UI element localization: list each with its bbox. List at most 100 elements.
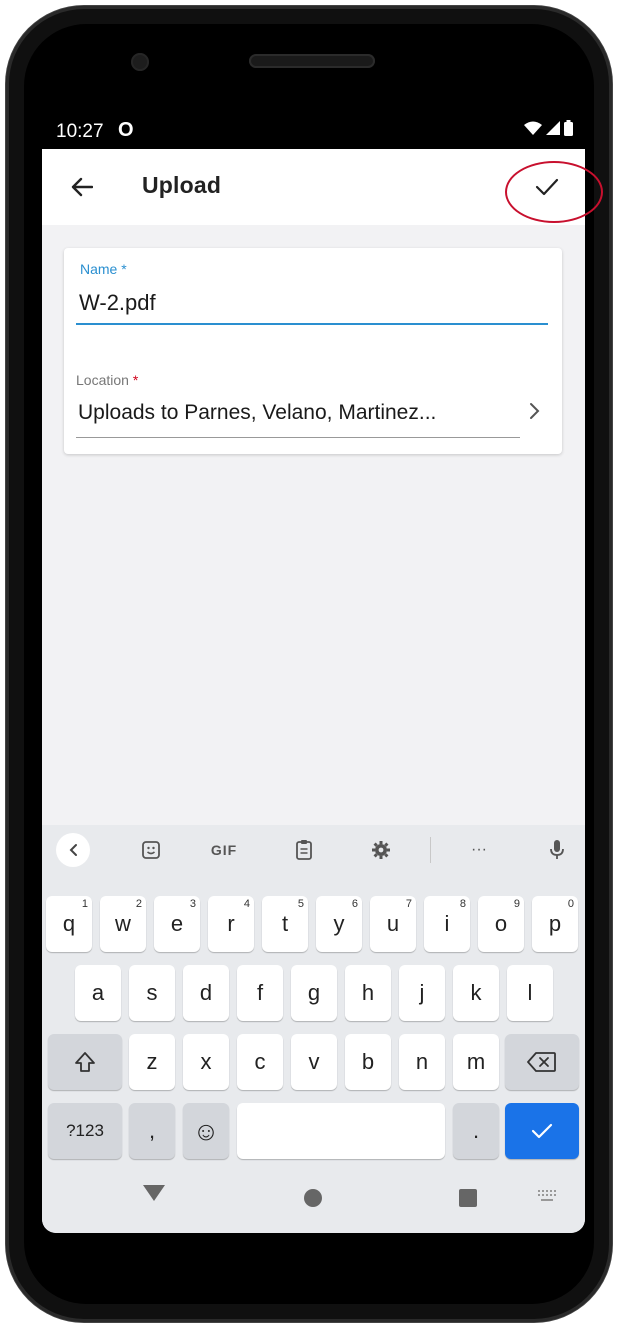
- front-camera: [131, 53, 149, 71]
- key-number-hint: 8: [459, 898, 466, 910]
- key-s[interactable]: s: [129, 965, 175, 1021]
- name-input[interactable]: W-2.pdf: [79, 290, 156, 316]
- clipboard-button[interactable]: [287, 833, 321, 867]
- keyboard-switch-icon[interactable]: [538, 1190, 556, 1202]
- settings-button[interactable]: [364, 833, 398, 867]
- key-number-hint: 4: [243, 898, 250, 910]
- key-b[interactable]: b: [345, 1034, 391, 1090]
- toolbar-divider: [430, 837, 431, 863]
- signal-icon: [546, 121, 560, 135]
- key-c[interactable]: c: [237, 1034, 283, 1090]
- enter-key[interactable]: [505, 1103, 579, 1159]
- key-n[interactable]: n: [399, 1034, 445, 1090]
- nav-home-icon[interactable]: [304, 1189, 322, 1207]
- wifi-icon: [524, 121, 542, 135]
- key-number-hint: 1: [81, 898, 88, 910]
- more-options-button[interactable]: ···: [462, 833, 496, 867]
- app-bar: Upload: [42, 149, 585, 225]
- back-arrow-icon: [71, 177, 93, 197]
- gif-button[interactable]: GIF: [202, 833, 246, 867]
- key-m[interactable]: m: [453, 1034, 499, 1090]
- nav-recents-icon[interactable]: [459, 1189, 477, 1207]
- key-z[interactable]: z: [129, 1034, 175, 1090]
- key-h[interactable]: h: [345, 965, 391, 1021]
- name-field-label: Name *: [80, 261, 127, 277]
- status-bar: 10:27 O: [42, 113, 585, 149]
- key-number-hint: 7: [405, 898, 412, 910]
- key-label: w: [115, 911, 131, 936]
- upload-form-card: Name * W-2.pdf Location * Uploads to Par…: [64, 248, 562, 454]
- key-number-hint: 6: [351, 898, 358, 910]
- page-title: Upload: [142, 172, 222, 198]
- chevron-right-icon[interactable]: [528, 400, 540, 426]
- shift-key[interactable]: [48, 1034, 122, 1090]
- key-label: i: [444, 911, 450, 936]
- key-p[interactable]: p0: [532, 896, 578, 952]
- spacebar[interactable]: [237, 1103, 445, 1159]
- key-number-hint: 2: [135, 898, 142, 910]
- navigation-bar: [42, 1163, 585, 1233]
- key-j[interactable]: j: [399, 965, 445, 1021]
- key-k[interactable]: k: [453, 965, 499, 1021]
- clipboard-icon: [296, 840, 312, 860]
- key-g[interactable]: g: [291, 965, 337, 1021]
- required-marker: *: [132, 372, 139, 388]
- battery-icon: [564, 120, 573, 136]
- key-label: e: [170, 911, 184, 936]
- symbols-key[interactable]: ?123: [48, 1103, 122, 1159]
- key-i[interactable]: i8: [424, 896, 470, 952]
- key-y[interactable]: y6: [316, 896, 362, 952]
- key-number-hint: 0: [567, 898, 574, 910]
- key-a[interactable]: a: [75, 965, 121, 1021]
- nav-back-icon[interactable]: [143, 1185, 165, 1201]
- key-d[interactable]: d: [183, 965, 229, 1021]
- emoji-key[interactable]: ☺: [183, 1103, 229, 1159]
- key-t[interactable]: t5: [262, 896, 308, 952]
- screen: 10:27 O Upload Name * W-2.pdf Location *…: [42, 113, 585, 1233]
- key-number-hint: 3: [189, 898, 196, 910]
- key-l[interactable]: l: [507, 965, 553, 1021]
- location-field-label: Location *: [76, 372, 138, 388]
- collapse-toolbar-button[interactable]: [56, 833, 90, 867]
- sticker-icon: [142, 841, 160, 859]
- backspace-icon: [527, 1052, 556, 1072]
- location-field-underline: [76, 437, 520, 438]
- notification-icon: O: [118, 119, 134, 141]
- location-selector[interactable]: Uploads to Parnes, Velano, Martinez...: [78, 401, 518, 425]
- key-e[interactable]: e3: [154, 896, 200, 952]
- key-label: r: [227, 911, 235, 936]
- status-time: 10:27: [56, 121, 104, 142]
- sticker-button[interactable]: [134, 833, 168, 867]
- key-label: q: [62, 911, 76, 936]
- key-w[interactable]: w2: [100, 896, 146, 952]
- gear-icon: [372, 841, 390, 859]
- backspace-key[interactable]: [505, 1034, 579, 1090]
- key-q[interactable]: q1: [46, 896, 92, 952]
- highlight-annotation-circle: [505, 161, 603, 223]
- name-field-underline: [76, 323, 548, 325]
- key-label: y: [333, 911, 345, 936]
- shift-icon: [75, 1052, 95, 1072]
- chevron-left-icon: [69, 844, 77, 856]
- key-v[interactable]: v: [291, 1034, 337, 1090]
- key-r[interactable]: r4: [208, 896, 254, 952]
- key-label: p: [548, 911, 562, 936]
- key-label: u: [386, 911, 400, 936]
- key-number-hint: 9: [513, 898, 520, 910]
- earpiece-speaker: [249, 54, 375, 68]
- key-x[interactable]: x: [183, 1034, 229, 1090]
- key-o[interactable]: o9: [478, 896, 524, 952]
- check-enter-icon: [531, 1123, 553, 1139]
- key-label: t: [281, 911, 289, 936]
- comma-key[interactable]: ,: [129, 1103, 175, 1159]
- voice-input-button[interactable]: [542, 833, 572, 867]
- period-key[interactable]: .: [453, 1103, 499, 1159]
- back-button[interactable]: [62, 167, 102, 207]
- key-f[interactable]: f: [237, 965, 283, 1021]
- soft-keyboard: GIF ··· q1 w2 e3 r4 t5 y6 u7 i8 o9 p0 a …: [42, 825, 585, 1233]
- key-u[interactable]: u7: [370, 896, 416, 952]
- keyboard-toolbar: GIF ···: [42, 825, 585, 875]
- microphone-icon: [550, 840, 564, 859]
- key-number-hint: 5: [297, 898, 304, 910]
- location-label-text: Location: [76, 372, 129, 388]
